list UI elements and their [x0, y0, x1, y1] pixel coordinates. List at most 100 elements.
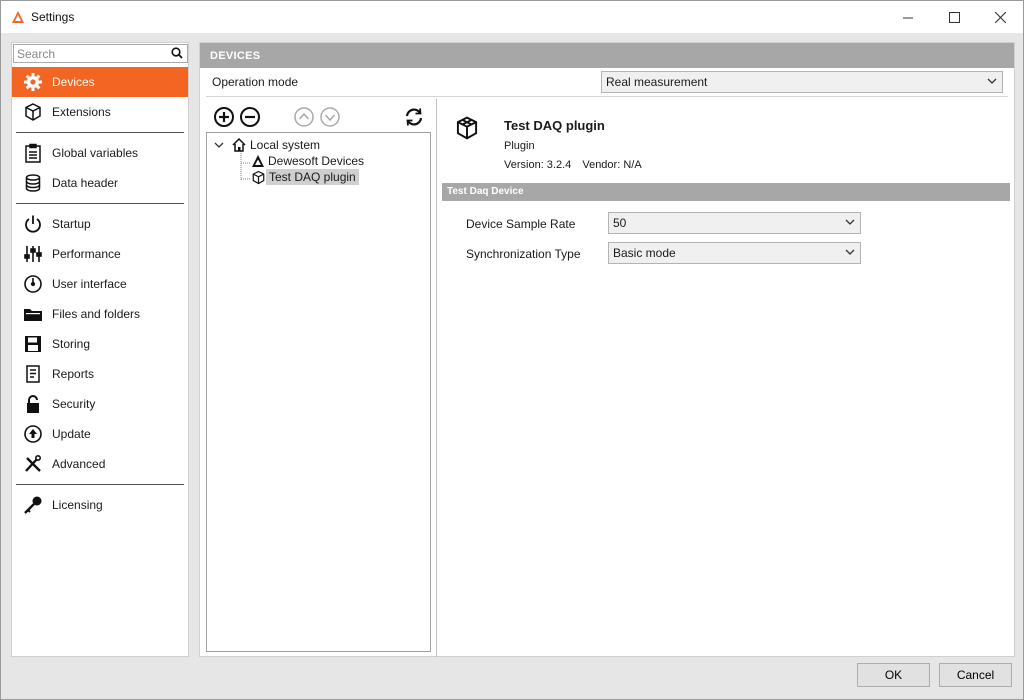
window-title: Settings: [31, 10, 75, 24]
sidebar-nav: Devices Extensions Global variables Data…: [12, 67, 188, 520]
key-icon: [22, 494, 44, 516]
plugin-version-info: Version: 3.2.4 Vendor: N/A: [504, 159, 650, 171]
search-input[interactable]: [14, 45, 164, 62]
folder-icon: [22, 303, 44, 325]
sync-type-value: Basic mode: [613, 246, 676, 260]
maximize-icon: [948, 11, 960, 23]
section-header: DEVICES: [200, 43, 1014, 68]
sidebar-item-update[interactable]: Update: [12, 419, 188, 449]
cube-icon: [456, 116, 478, 140]
close-button[interactable]: [977, 1, 1023, 33]
divider: [206, 96, 1008, 97]
sidebar-item-global-variables[interactable]: Global variables: [12, 138, 188, 168]
sample-rate-label: Device Sample Rate: [466, 217, 576, 231]
gauge-icon: [22, 273, 44, 295]
sample-rate-select[interactable]: 50: [608, 212, 861, 234]
sidebar-item-label: Reports: [52, 367, 95, 381]
sidebar-item-label: Global variables: [52, 146, 139, 160]
minimize-button[interactable]: [885, 1, 931, 33]
sidebar-item-startup[interactable]: Startup: [12, 209, 188, 239]
sync-type-label: Synchronization Type: [466, 247, 581, 261]
sidebar-divider: [16, 484, 184, 485]
move-down-button[interactable]: [318, 105, 342, 129]
home-icon: [232, 137, 246, 152]
move-up-button[interactable]: [292, 105, 316, 129]
sidebar: Devices Extensions Global vari: [11, 42, 189, 657]
panel-divider[interactable]: [436, 99, 437, 657]
report-icon: [22, 363, 44, 385]
tree-node-label: Local system: [250, 138, 321, 152]
search-box: [13, 44, 188, 63]
sidebar-item-files-and-folders[interactable]: Files and folders: [12, 299, 188, 329]
arrow-up-circle-icon: [294, 107, 314, 127]
sidebar-item-storing[interactable]: Storing: [12, 329, 188, 359]
sidebar-item-label: User interface: [52, 277, 127, 291]
tree-node-dewesoft-devices[interactable]: Dewesoft Devices: [251, 153, 367, 169]
cube-icon: [22, 101, 44, 123]
plugin-vendor: Vendor: N/A: [582, 159, 642, 171]
lock-icon: [22, 393, 44, 415]
upload-icon: [22, 423, 44, 445]
arrow-down-circle-icon: [320, 107, 340, 127]
tools-icon: [22, 453, 44, 475]
clipboard-icon: [22, 142, 44, 164]
sidebar-item-label: Data header: [52, 176, 119, 190]
sidebar-item-label: Advanced: [52, 457, 106, 471]
minus-circle-icon: [240, 107, 260, 127]
sidebar-item-user-interface[interactable]: User interface: [12, 269, 188, 299]
add-button[interactable]: [212, 105, 236, 129]
device-tree: Local system Dewesoft Devices Test DAQ p…: [206, 132, 431, 652]
sync-type-select[interactable]: Basic mode: [608, 242, 861, 264]
chevron-down-icon[interactable]: [213, 139, 225, 151]
close-icon: [994, 11, 1006, 23]
minimize-icon: [902, 17, 913, 18]
sidebar-item-label: Extensions: [52, 105, 111, 119]
operation-mode-select[interactable]: Real measurement: [601, 71, 1003, 93]
sidebar-item-licensing[interactable]: Licensing: [12, 490, 188, 520]
sidebar-item-label: Performance: [52, 247, 121, 261]
gear-icon: [22, 71, 44, 93]
devices-panel: DEVICES Operation mode Real measurement: [199, 42, 1015, 657]
sidebar-item-label: Update: [52, 427, 91, 441]
sidebar-item-extensions[interactable]: Extensions: [12, 97, 188, 127]
remove-button[interactable]: [238, 105, 262, 129]
sidebar-item-reports[interactable]: Reports: [12, 359, 188, 389]
dewesoft-logo-icon: [12, 11, 24, 23]
plugin-version: Version: 3.2.4: [504, 159, 572, 171]
power-icon: [22, 213, 44, 235]
tree-node-local-system[interactable]: Local system: [213, 137, 323, 153]
dewesoft-logo-icon: [252, 155, 264, 167]
sample-rate-value: 50: [613, 216, 627, 230]
chevron-down-icon: [845, 249, 855, 255]
sidebar-item-label: Storing: [52, 337, 91, 351]
sidebar-item-label: Devices: [52, 75, 95, 89]
operation-mode-label: Operation mode: [212, 75, 299, 89]
search-icon[interactable]: [171, 47, 183, 59]
tree-node-test-daq-plugin[interactable]: Test DAQ plugin: [251, 169, 359, 185]
sliders-icon: [22, 243, 44, 265]
sidebar-item-label: Licensing: [52, 498, 103, 512]
cancel-button[interactable]: Cancel: [939, 663, 1012, 687]
sidebar-item-label: Startup: [52, 217, 91, 231]
sidebar-item-security[interactable]: Security: [12, 389, 188, 419]
sidebar-divider: [16, 203, 184, 204]
sidebar-item-devices[interactable]: Devices: [12, 67, 188, 97]
refresh-button[interactable]: [402, 105, 426, 129]
title-bar: Settings: [1, 1, 1023, 33]
chevron-down-icon: [987, 78, 997, 84]
sidebar-item-advanced[interactable]: Advanced: [12, 449, 188, 479]
operation-mode-value: Real measurement: [606, 75, 708, 89]
sidebar-item-label: Security: [52, 397, 96, 411]
ok-button[interactable]: OK: [857, 663, 930, 687]
sidebar-item-label: Files and folders: [52, 307, 141, 321]
device-section-header: Test Daq Device: [442, 183, 1010, 201]
tree-toolbar: [212, 105, 430, 129]
refresh-icon: [405, 108, 423, 126]
chevron-down-icon: [845, 219, 855, 225]
cube-icon: [252, 170, 265, 184]
plugin-name: Test DAQ plugin: [504, 118, 605, 133]
sidebar-item-performance[interactable]: Performance: [12, 239, 188, 269]
sidebar-item-data-header[interactable]: Data header: [12, 168, 188, 198]
maximize-button[interactable]: [931, 1, 977, 33]
tree-node-label: Dewesoft Devices: [268, 154, 365, 168]
